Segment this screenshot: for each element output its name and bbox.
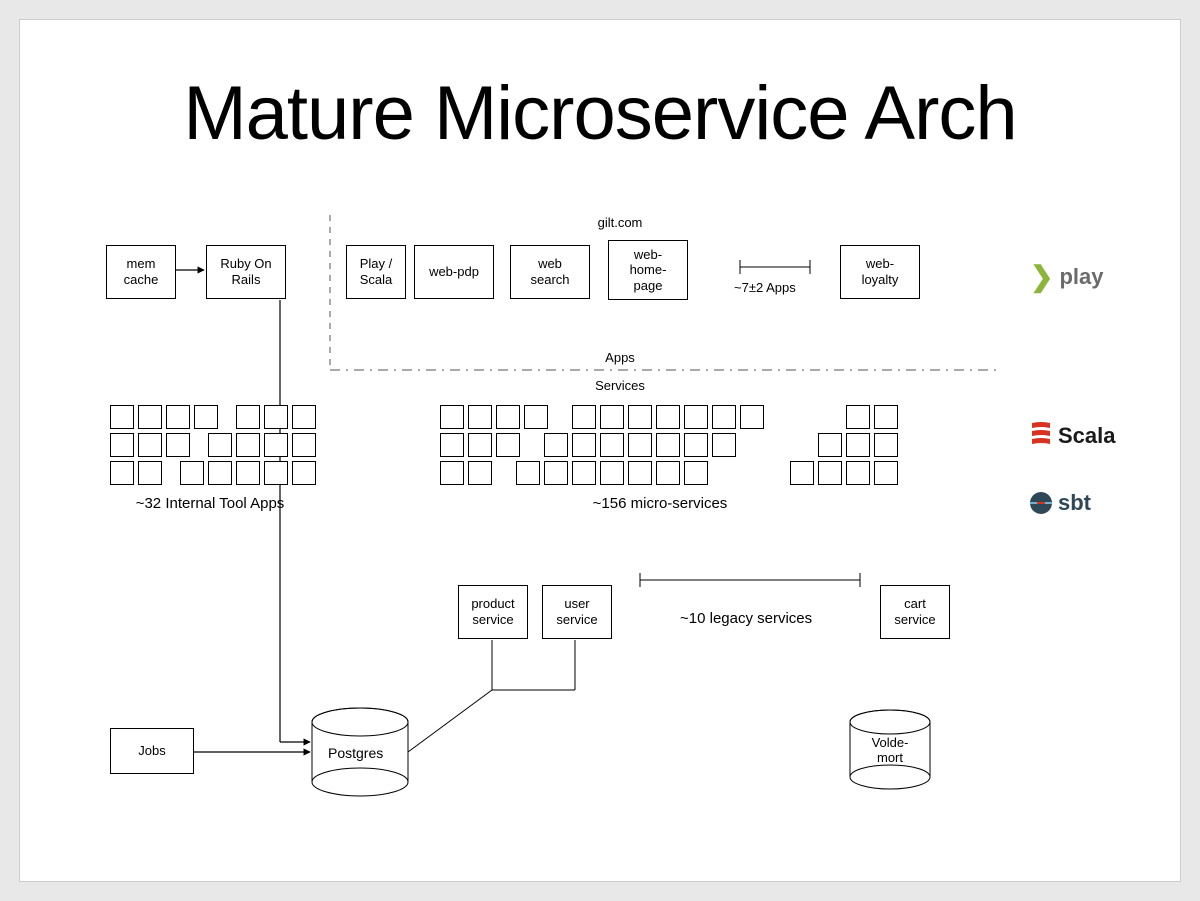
scala-logo: Scala [1030, 420, 1116, 452]
domain-label: gilt.com [520, 215, 720, 230]
web-home-page-box: web- home- page [608, 240, 688, 300]
scala-text: Scala [1058, 423, 1116, 449]
web-pdp-box: web-pdp [414, 245, 494, 299]
apps-count-note: ~7±2 Apps [734, 280, 796, 295]
slide: Mature Microservice Arch [20, 20, 1180, 881]
jobs-box: Jobs [110, 728, 194, 774]
product-service-box: product service [458, 585, 528, 639]
voldemort-label: Volde- mort [864, 735, 916, 765]
slide-title: Mature Microservice Arch [20, 70, 1180, 157]
play-text: play [1059, 264, 1103, 290]
memcache-box: mem cache [106, 245, 176, 299]
sbt-logo: sbt [1030, 490, 1091, 516]
user-service-box: user service [542, 585, 612, 639]
scala-icon [1030, 420, 1052, 452]
legacy-services-note: ~10 legacy services [680, 610, 812, 627]
services-section-label: Services [580, 378, 660, 393]
cart-service-box: cart service [880, 585, 950, 639]
play-icon: ❯ [1030, 260, 1053, 293]
play-logo: ❯ play [1030, 260, 1104, 293]
web-loyalty-box: web- loyalty [840, 245, 920, 299]
sbt-icon [1030, 492, 1052, 514]
play-scala-box: Play / Scala [346, 245, 406, 299]
microservices-caption: ~156 micro-services [520, 495, 800, 512]
ruby-on-rails-box: Ruby On Rails [206, 245, 286, 299]
postgres-label: Postgres [328, 745, 383, 761]
web-search-box: web search [510, 245, 590, 299]
sbt-text: sbt [1058, 490, 1091, 516]
apps-section-label: Apps [580, 350, 660, 365]
internal-tools-caption: ~32 Internal Tool Apps [100, 495, 320, 512]
